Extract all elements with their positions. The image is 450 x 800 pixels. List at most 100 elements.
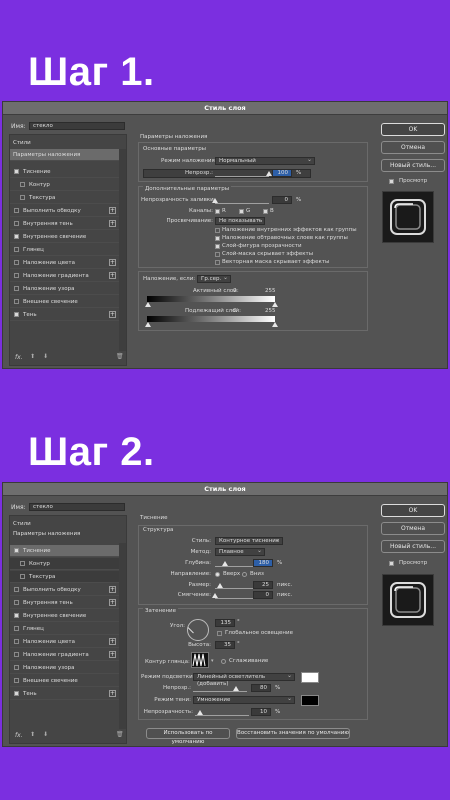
this-layer-right-thumb[interactable] — [272, 302, 278, 307]
preview-checkbox[interactable] — [389, 179, 394, 184]
checkbox[interactable] — [14, 234, 19, 239]
checkbox[interactable] — [14, 613, 19, 618]
channel-g-checkbox[interactable] — [239, 209, 244, 214]
style-item-gradient-overlay[interactable]: Наложение градиента + — [10, 270, 119, 282]
checkbox[interactable] — [20, 195, 25, 200]
ok-button[interactable]: OK — [381, 504, 445, 517]
checkbox[interactable] — [14, 221, 19, 226]
fx-icon[interactable]: fx. — [15, 732, 23, 739]
fill-opacity-input[interactable]: 0 — [272, 196, 292, 204]
name-input[interactable]: стекло — [29, 122, 125, 130]
add-icon[interactable]: + — [109, 690, 116, 697]
new-style-button[interactable]: Новый стиль... — [381, 159, 445, 172]
angle-input[interactable]: 135 — [215, 619, 235, 627]
fill-opacity-slider-track[interactable] — [215, 203, 269, 204]
checkbox[interactable] — [14, 665, 19, 670]
checkbox[interactable] — [20, 561, 25, 566]
direction-down-radio[interactable] — [242, 572, 247, 577]
shadow-mode-select[interactable]: Умножение — [193, 695, 295, 704]
add-icon[interactable]: + — [109, 311, 116, 318]
knockout-select[interactable]: Не показывать — [215, 216, 265, 225]
add-icon[interactable]: + — [109, 638, 116, 645]
checkbox[interactable] — [20, 574, 25, 579]
channel-r-checkbox[interactable] — [215, 209, 220, 214]
altitude-input[interactable]: 35 — [215, 641, 235, 649]
styles-header[interactable]: Стили — [13, 140, 31, 146]
underlying-left-thumb[interactable] — [145, 322, 151, 327]
preview-checkbox[interactable] — [389, 561, 394, 566]
fx-icon[interactable]: fx. — [15, 354, 23, 361]
name-input[interactable]: стекло — [29, 503, 125, 511]
blend-mode-select[interactable]: Нормальный — [215, 156, 315, 165]
add-icon[interactable]: + — [109, 651, 116, 658]
opacity-slider-track[interactable] — [215, 176, 269, 177]
highlight-mode-select[interactable]: Линейный осветлитель (добавить) — [193, 672, 295, 687]
style-item-contour[interactable]: Контур — [10, 179, 119, 191]
style-item-inner-shadow[interactable]: Внутренняя тень + — [10, 597, 119, 609]
checkbox[interactable] — [20, 182, 25, 187]
add-icon[interactable]: + — [109, 586, 116, 593]
global-light-checkbox[interactable] — [217, 631, 222, 636]
option-checkbox[interactable] — [215, 244, 220, 249]
checkbox[interactable] — [14, 587, 19, 592]
shadow-opacity-slider-thumb[interactable] — [197, 710, 204, 715]
styles-header[interactable]: Стили — [13, 521, 31, 527]
checkbox[interactable] — [14, 208, 19, 213]
trash-icon[interactable]: 🗑 — [116, 353, 124, 360]
size-input[interactable]: 25 — [253, 581, 273, 589]
depth-slider-thumb[interactable] — [221, 561, 228, 566]
option-checkbox[interactable] — [215, 260, 220, 265]
checkbox[interactable] — [14, 299, 19, 304]
opacity-input[interactable]: 100 — [272, 169, 292, 177]
option-checkbox[interactable] — [215, 228, 220, 233]
style-item-drop-shadow[interactable]: Тень + — [10, 688, 119, 700]
blending-options-item[interactable]: Параметры наложения — [13, 531, 80, 537]
angle-dial[interactable] — [187, 619, 209, 641]
style-item-color-overlay[interactable]: Наложение цвета + — [10, 636, 119, 648]
chevron-down-icon[interactable]: ▾ — [211, 658, 214, 664]
style-item-bevel[interactable]: Тиснение — [10, 166, 119, 178]
style-item-bevel[interactable]: Тиснение — [10, 545, 119, 557]
blend-if-select[interactable]: Гр.сер. — [197, 274, 231, 283]
blending-options-item[interactable]: Параметры наложения — [10, 149, 119, 161]
add-icon[interactable]: + — [109, 220, 116, 227]
trash-icon[interactable]: 🗑 — [116, 731, 124, 738]
add-icon[interactable]: + — [109, 599, 116, 606]
underlying-right-thumb[interactable] — [272, 322, 278, 327]
make-default-button[interactable]: Использовать по умолчанию — [146, 728, 230, 745]
style-item-contour[interactable]: Контур — [10, 558, 119, 570]
reset-default-button[interactable]: Восстановить значения по умолчанию — [236, 728, 350, 739]
checkbox[interactable] — [14, 626, 19, 631]
add-icon[interactable]: + — [109, 272, 116, 279]
style-item-color-overlay[interactable]: Наложение цвета + — [10, 257, 119, 269]
checkbox[interactable] — [14, 639, 19, 644]
highlight-opacity-slider-thumb[interactable] — [233, 686, 240, 691]
style-item-inner-glow[interactable]: Внутреннее свечение — [10, 231, 119, 243]
soften-slider-thumb[interactable] — [212, 593, 218, 598]
checkbox[interactable] — [14, 260, 19, 265]
checkbox[interactable] — [14, 273, 19, 278]
checkbox[interactable] — [14, 247, 19, 252]
highlight-color-swatch[interactable] — [301, 672, 319, 683]
add-icon[interactable]: + — [109, 207, 116, 214]
style-item-satin[interactable]: Глянец — [10, 623, 119, 635]
option-checkbox[interactable] — [215, 236, 220, 241]
style-item-outer-glow[interactable]: Внешнее свечение — [10, 296, 119, 308]
style-item-drop-shadow[interactable]: Тень + — [10, 309, 119, 321]
soften-input[interactable]: 0 — [253, 591, 273, 599]
checkbox[interactable] — [14, 286, 19, 291]
option-checkbox[interactable] — [215, 252, 220, 257]
styles-scrollbar[interactable] — [119, 543, 126, 729]
gloss-contour-picker[interactable] — [191, 652, 209, 668]
checkbox[interactable] — [14, 678, 19, 683]
styles-scrollbar[interactable] — [119, 149, 126, 351]
move-down-icon[interactable]: ⬇ — [43, 731, 48, 738]
style-item-pattern-overlay[interactable]: Наложение узора — [10, 283, 119, 295]
highlight-opacity-input[interactable]: 80 — [251, 684, 271, 692]
checkbox[interactable] — [14, 600, 19, 605]
highlight-opacity-slider-track[interactable] — [193, 691, 247, 692]
style-item-texture[interactable]: Текстура — [10, 192, 119, 204]
checkbox[interactable] — [14, 548, 19, 553]
size-slider-thumb[interactable] — [217, 583, 224, 588]
style-item-satin[interactable]: Глянец — [10, 244, 119, 256]
